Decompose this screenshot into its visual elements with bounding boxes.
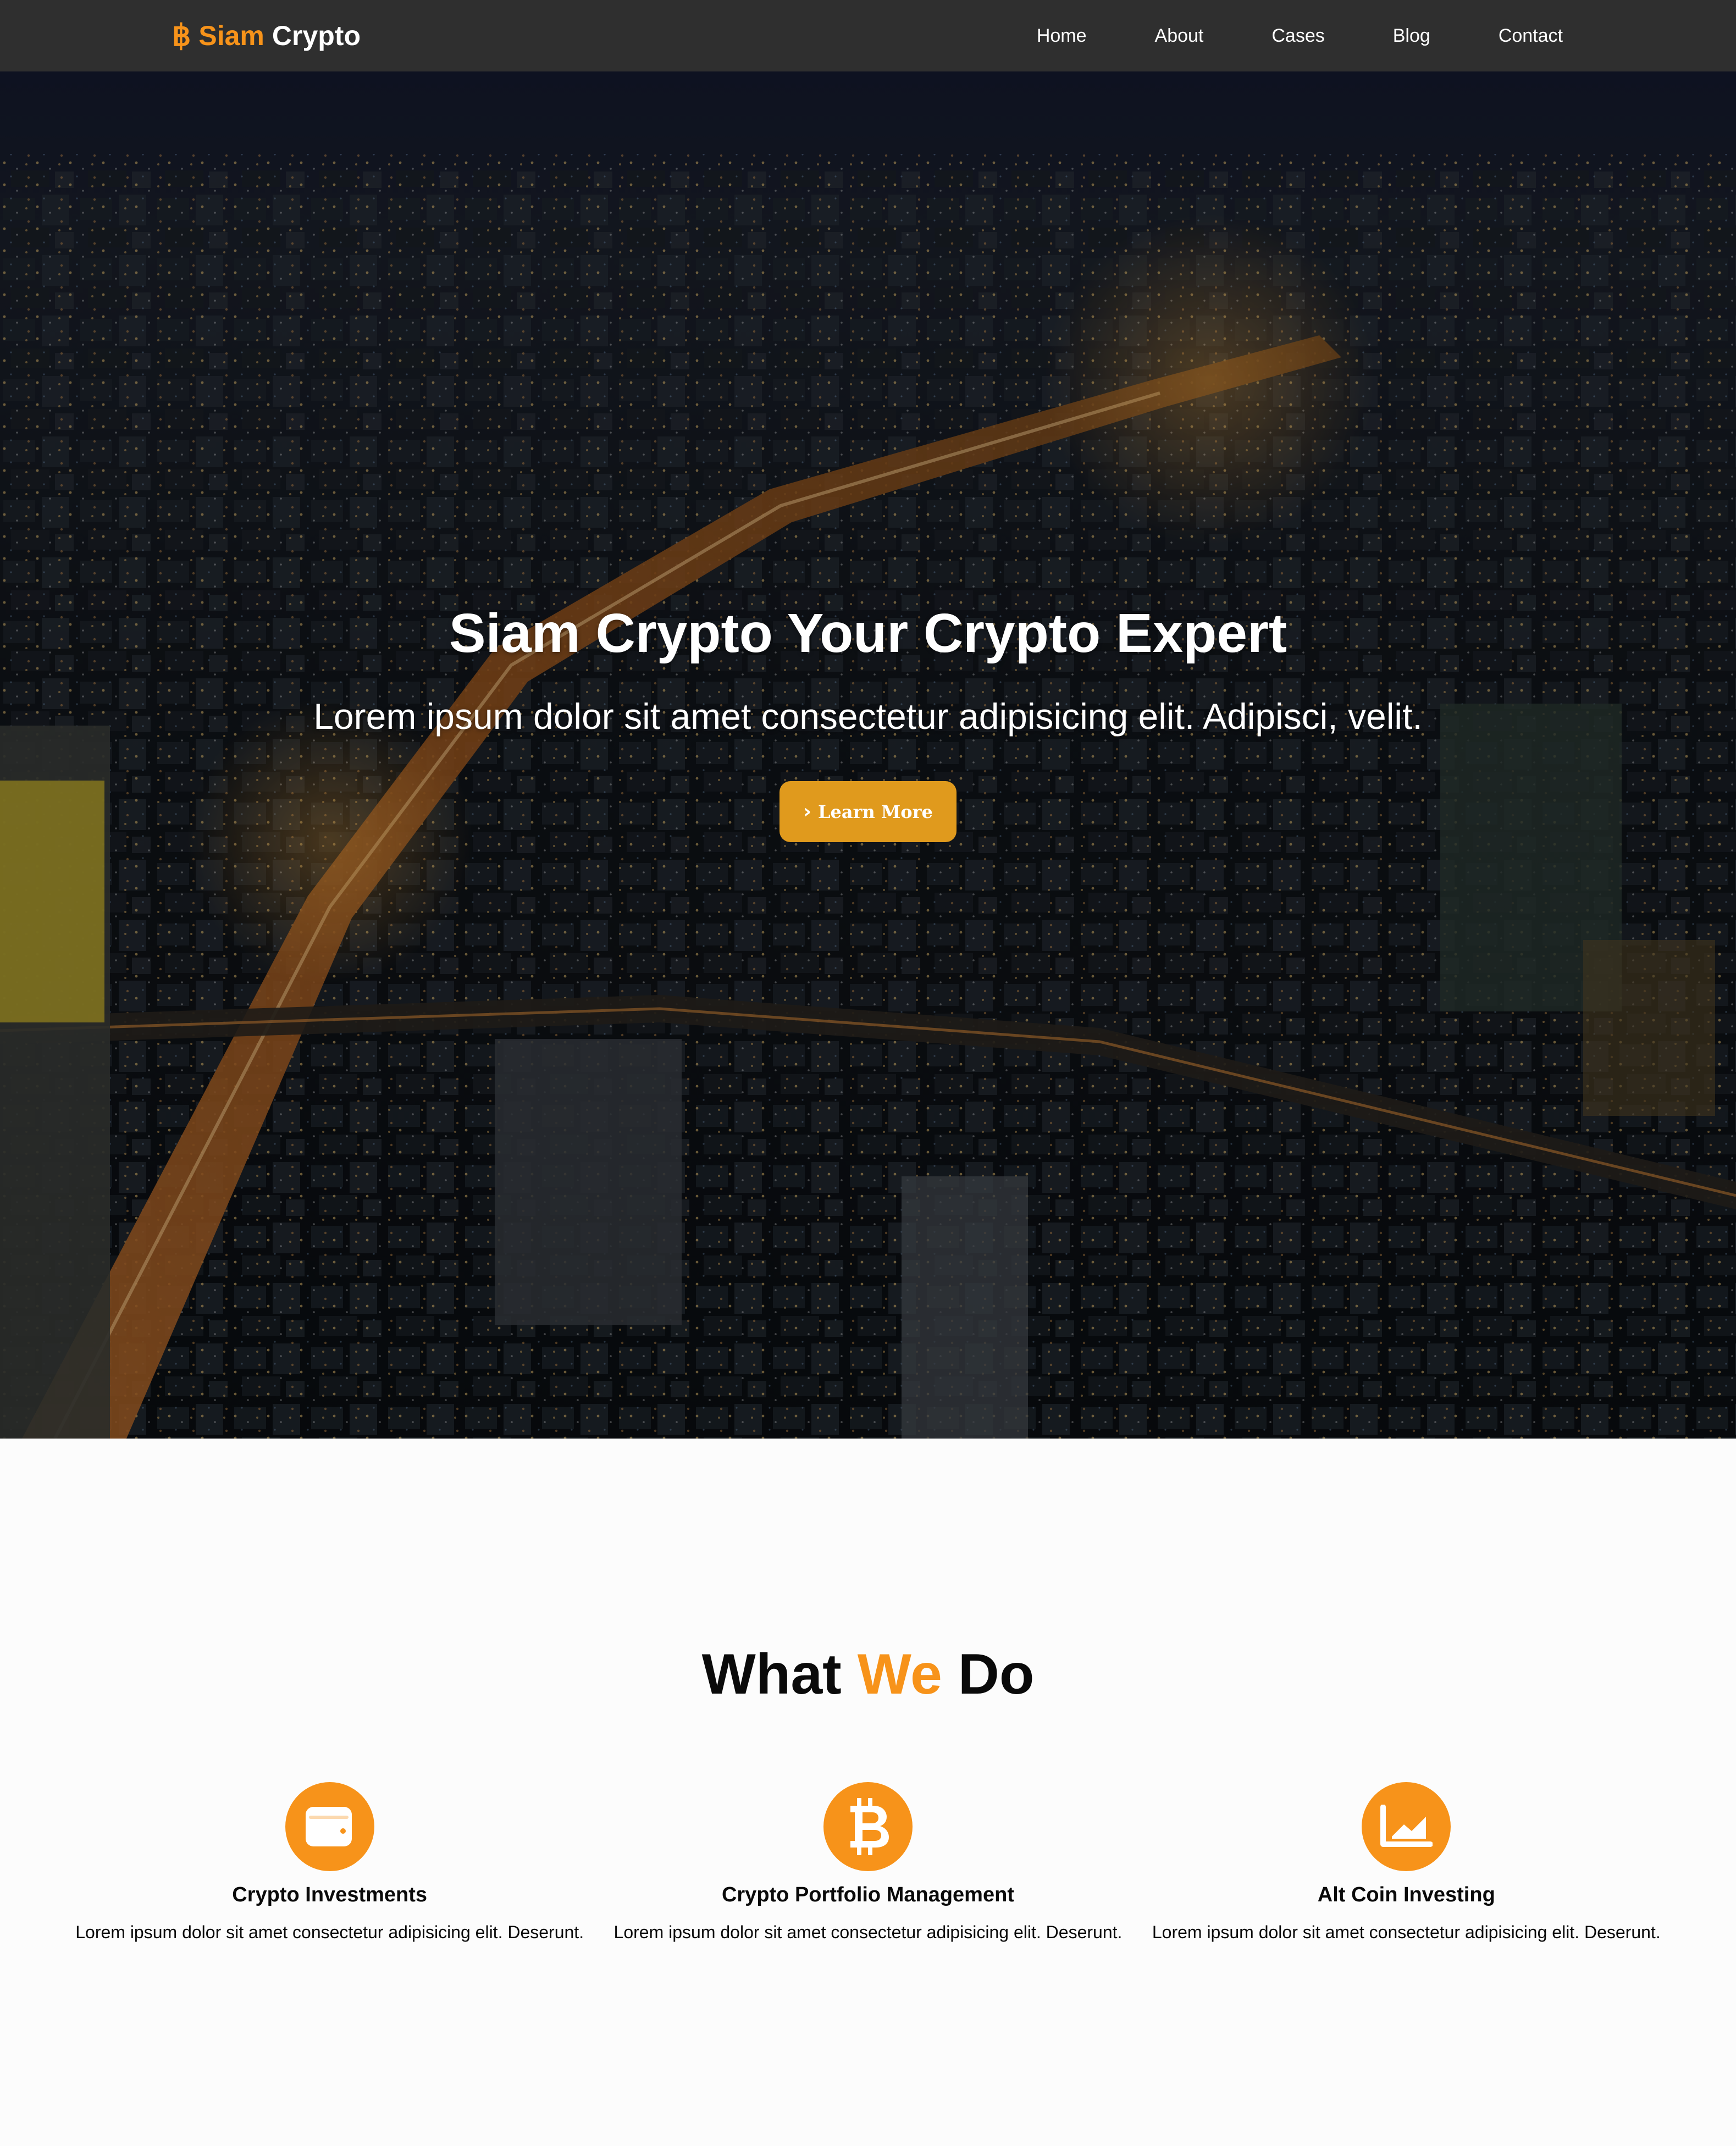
city-night-background — [0, 71, 1736, 1439]
hero-section: Siam Crypto Your Crypto Expert Lorem ips… — [0, 71, 1736, 1439]
bitcoin-icon — [823, 1782, 913, 1871]
service-card-title: Crypto Investments — [232, 1883, 428, 1906]
learn-more-label: Learn More — [818, 801, 933, 822]
service-card-title: Crypto Portfolio Management — [721, 1883, 1014, 1906]
chevron-right-icon: › — [803, 800, 811, 823]
chart-line-icon — [1362, 1782, 1451, 1871]
nav-home[interactable]: Home — [1003, 25, 1121, 47]
wallet-icon — [285, 1782, 374, 1871]
brand-name-rest: Crypto — [272, 20, 361, 51]
bitcoin-brand-icon: ฿ — [172, 19, 191, 52]
main-nav: Home About Cases Blog Contact — [1003, 18, 1563, 53]
section-title: What We Do — [0, 1642, 1736, 1707]
service-card: Crypto Investments Lorem ipsum dolor sit… — [60, 1782, 599, 1943]
hero-title: Siam Crypto Your Crypto Expert — [449, 602, 1287, 664]
service-cards: Crypto Investments Lorem ipsum dolor sit… — [60, 1782, 1676, 1943]
service-card: Crypto Portfolio Management Lorem ipsum … — [599, 1782, 1137, 1943]
section-title-accent: We — [857, 1642, 942, 1706]
nav-contact[interactable]: Contact — [1464, 25, 1563, 47]
nav-cases[interactable]: Cases — [1237, 25, 1358, 47]
service-card-text: Lorem ipsum dolor sit amet consectetur a… — [1152, 1922, 1661, 1942]
nav-about[interactable]: About — [1121, 25, 1238, 47]
service-card-title: Alt Coin Investing — [1317, 1883, 1495, 1906]
section-title-part1: What — [701, 1642, 842, 1706]
navbar: ฿ Siam Crypto Home About Cases Blog Cont… — [0, 0, 1736, 71]
brand-name-accent: Siam — [198, 20, 264, 51]
services-section: What We Do Crypto Investments Lorem ipsu… — [0, 1439, 1736, 2146]
hero-subtitle: Lorem ipsum dolor sit amet consectetur a… — [313, 696, 1423, 737]
section-title-part2: Do — [958, 1642, 1035, 1706]
service-card: Alt Coin Investing Lorem ipsum dolor sit… — [1137, 1782, 1676, 1943]
service-card-text: Lorem ipsum dolor sit amet consectetur a… — [75, 1922, 584, 1942]
learn-more-button[interactable]: › Learn More — [779, 781, 957, 842]
service-card-text: Lorem ipsum dolor sit amet consectetur a… — [613, 1922, 1123, 1942]
nav-blog[interactable]: Blog — [1359, 25, 1464, 47]
brand-logo[interactable]: ฿ Siam Crypto — [172, 18, 361, 53]
